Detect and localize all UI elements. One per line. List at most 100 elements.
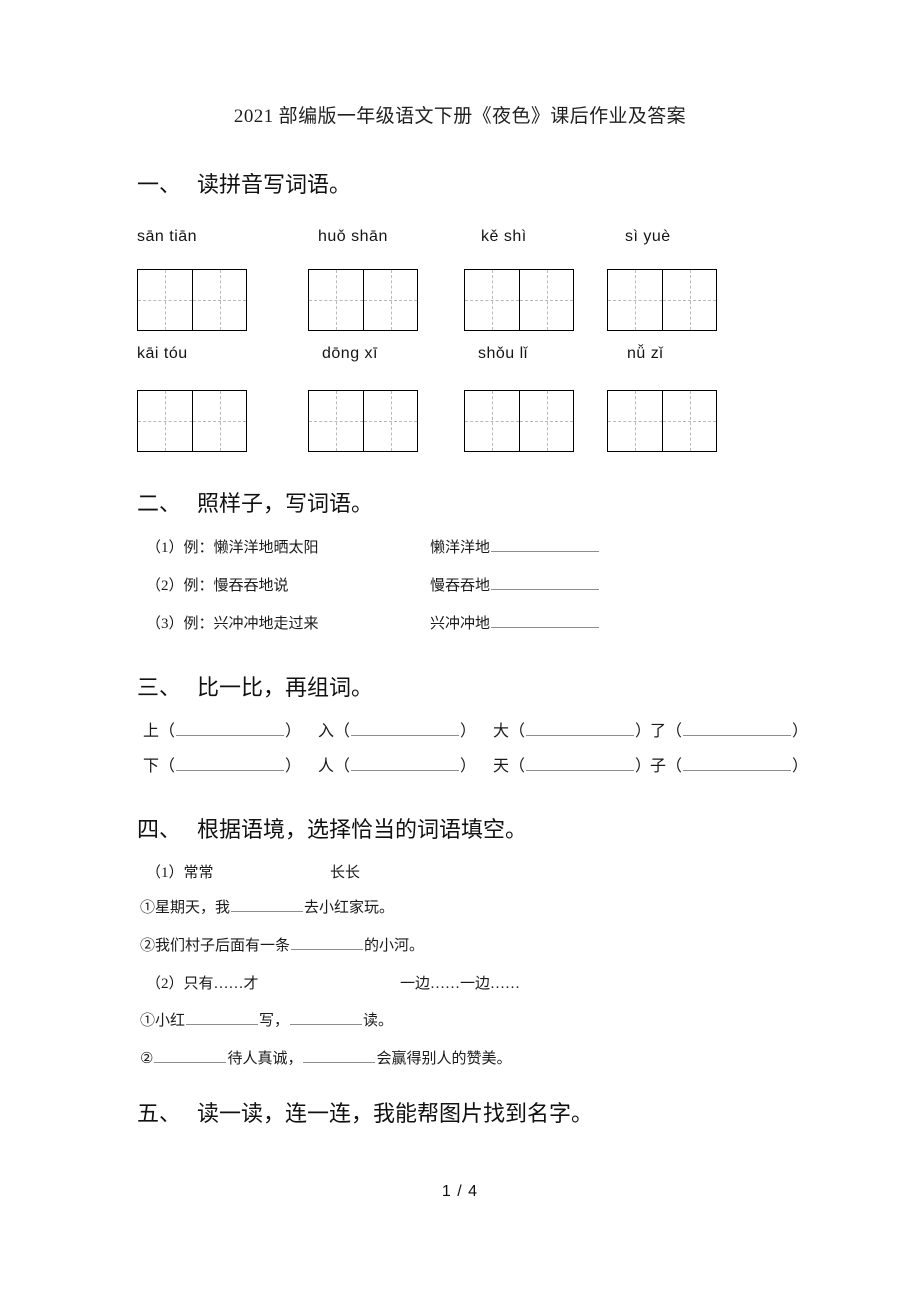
grid-cell[interactable] — [309, 391, 363, 451]
compare-char: 下 — [143, 758, 160, 775]
pinyin-row-1: sān tiān huǒ shān kě shì sì yuè — [0, 228, 920, 252]
choice-group-label-2: （2）只有……才 — [146, 972, 259, 993]
compare-item[interactable]: 子（ ） — [650, 752, 808, 776]
section-number-1: 一、 — [137, 172, 182, 197]
grid-cell[interactable] — [519, 391, 573, 451]
grid-cell[interactable] — [192, 391, 246, 451]
compare-item[interactable]: 入（ ） — [318, 717, 476, 741]
choice-option-a-2: 只有……才 — [183, 976, 259, 992]
choice-group-number-2: （2） — [146, 976, 184, 992]
section-title-5: 读一读，连一连，我能帮图片找到名字。 — [197, 1101, 594, 1126]
answer-blank[interactable] — [526, 722, 635, 736]
character-grid-box[interactable] — [464, 390, 574, 452]
grid-cell[interactable] — [363, 270, 417, 330]
pinyin-label-2-4: nǚ zǐ — [627, 345, 664, 362]
compare-item[interactable]: 天（ ） — [493, 752, 651, 776]
compare-char: 上 — [143, 723, 160, 740]
question-text-middle: 写， — [259, 1013, 290, 1029]
compare-item[interactable]: 大（ ） — [493, 717, 651, 741]
answer-blank[interactable] — [231, 898, 304, 912]
paren-close: ） — [460, 758, 477, 775]
worksheet-page: 2021 部编版一年级语文下册《夜色》课后作业及答案 一、 读拼音写词语。 sān… — [0, 0, 920, 1302]
answer-blank[interactable] — [491, 614, 600, 628]
example-answer-2[interactable]: 慢吞吞地 — [430, 574, 600, 595]
paren-close: ） — [285, 758, 302, 775]
compare-char: 子 — [650, 758, 667, 775]
choice-options-row-2: （2）只有……才 一边……一边…… — [0, 972, 920, 996]
paren-open: （ — [666, 723, 683, 740]
character-grid-box[interactable] — [308, 390, 418, 452]
question-text-before: 星期天，我 — [155, 900, 231, 916]
answer-blank[interactable] — [683, 722, 792, 736]
choice-question-2-1[interactable]: ①小红 写， 读。 — [140, 1009, 393, 1030]
answer-blank[interactable] — [154, 1049, 227, 1063]
answer-blank[interactable] — [176, 757, 285, 771]
paren-open: （ — [334, 723, 351, 740]
character-grid-box[interactable] — [607, 390, 717, 452]
character-grid-box[interactable] — [464, 269, 574, 331]
section-number-3: 三、 — [137, 675, 182, 700]
answer-blank[interactable] — [491, 576, 600, 590]
question-text-before: 我们村子后面有一条 — [155, 938, 291, 954]
paren-open: （ — [509, 723, 526, 740]
grid-cell[interactable] — [465, 270, 519, 330]
compare-item[interactable]: 上（ ） — [143, 717, 301, 741]
section-heading-4: 四、 根据语境，选择恰当的词语填空。 — [137, 812, 527, 844]
character-grid-box[interactable] — [308, 269, 418, 331]
answer-blank[interactable] — [186, 1011, 259, 1025]
example-answer-prefix-2: 慢吞吞地 — [430, 578, 491, 594]
paren-open: （ — [159, 723, 176, 740]
compare-item[interactable]: 了（ ） — [650, 717, 808, 741]
grid-cell[interactable] — [662, 391, 716, 451]
answer-blank[interactable] — [491, 538, 600, 552]
choice-question-1-2[interactable]: ②我们村子后面有一条 的小河。 — [140, 934, 424, 955]
character-grid-box[interactable] — [137, 390, 247, 452]
question-text-after: 去小红家玩。 — [304, 900, 395, 916]
answer-blank[interactable] — [290, 1011, 363, 1025]
answer-blank[interactable] — [291, 936, 364, 950]
paren-close: ） — [635, 723, 652, 740]
page-title: 2021 部编版一年级语文下册《夜色》课后作业及答案 — [233, 106, 687, 127]
answer-blank[interactable] — [526, 757, 635, 771]
question-text-after: 的小河。 — [364, 938, 425, 954]
question-marker: ② — [140, 1051, 154, 1067]
grid-cell[interactable] — [363, 391, 417, 451]
grid-cell[interactable] — [608, 270, 662, 330]
character-grid-box[interactable] — [137, 269, 247, 331]
pinyin-row-2: kāi tóu dōng xī shǒu lǐ nǚ zǐ — [0, 345, 920, 369]
grid-cell[interactable] — [138, 270, 192, 330]
choice-question-1-1[interactable]: ①星期天，我 去小红家玩。 — [140, 896, 394, 917]
choice-question-2-2[interactable]: ② 待人真诚， 会赢得别人的赞美。 — [140, 1047, 511, 1068]
paren-close: ） — [792, 723, 809, 740]
grid-cell[interactable] — [662, 270, 716, 330]
answer-blank[interactable] — [683, 757, 792, 771]
grid-cell[interactable] — [465, 391, 519, 451]
compare-item[interactable]: 人（ ） — [318, 752, 476, 776]
character-grid-box[interactable] — [607, 269, 717, 331]
grid-cell[interactable] — [519, 270, 573, 330]
section-number-2: 二、 — [137, 491, 182, 516]
grid-cell[interactable] — [138, 391, 192, 451]
question-text-middle: 待人真诚， — [227, 1051, 303, 1067]
choice-option-a-1: 常常 — [183, 865, 214, 881]
paren-open: （ — [509, 758, 526, 775]
choice-option-b-1: 长长 — [330, 865, 361, 881]
grid-cell[interactable] — [608, 391, 662, 451]
grid-cell[interactable] — [192, 270, 246, 330]
compare-item[interactable]: 下（ ） — [143, 752, 301, 776]
example-answer-3[interactable]: 兴冲冲地 — [430, 612, 600, 633]
example-answer-1[interactable]: 懒洋洋地 — [430, 536, 600, 557]
choice-options-row-1: （1）常常 长长 — [0, 861, 920, 885]
compare-char: 了 — [650, 723, 667, 740]
example-row-3: （3）例：兴冲冲地走过来 兴冲冲地 — [0, 612, 920, 634]
compare-char: 入 — [318, 723, 335, 740]
compare-char: 大 — [493, 723, 510, 740]
paren-close: ） — [792, 758, 809, 775]
answer-blank[interactable] — [303, 1049, 376, 1063]
answer-blank[interactable] — [176, 722, 285, 736]
answer-blank[interactable] — [351, 722, 460, 736]
example-prompt-2: （2）例：慢吞吞地说 — [146, 578, 289, 594]
paren-close: ） — [635, 758, 652, 775]
grid-cell[interactable] — [309, 270, 363, 330]
answer-blank[interactable] — [351, 757, 460, 771]
